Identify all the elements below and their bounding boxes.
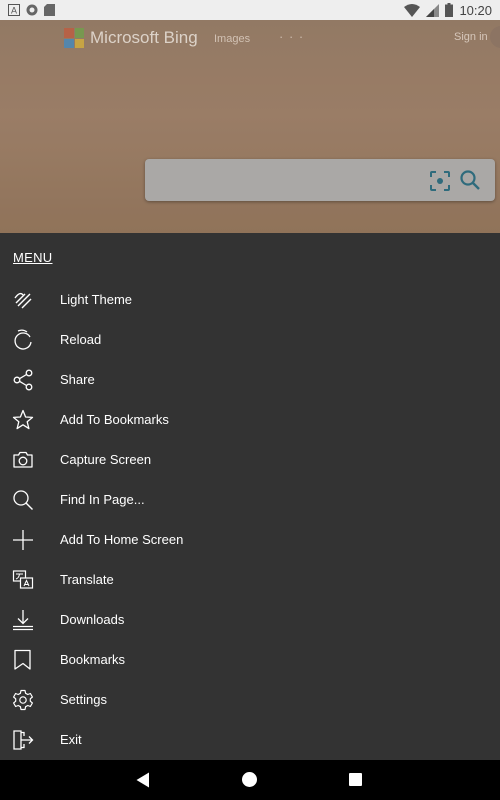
menu-item-exit[interactable]: Exit (0, 720, 500, 760)
menu-item-downloads[interactable]: Downloads (0, 600, 500, 640)
menu-item-label: Downloads (60, 612, 125, 627)
menu-item-label: Capture Screen (60, 452, 152, 467)
circle-app-icon (26, 4, 38, 16)
download-icon (13, 610, 33, 631)
menu-item-label: Share (60, 372, 95, 387)
share-icon (13, 369, 33, 391)
menu-item-add-to-home-screen[interactable]: Add To Home Screen (0, 520, 500, 560)
menu-item-find-in-page[interactable]: Find In Page... (0, 480, 500, 520)
star-icon (12, 409, 34, 430)
wifi-icon (404, 3, 421, 17)
reload-icon (14, 329, 32, 350)
avatar[interactable] (490, 26, 500, 48)
nav-more-icon[interactable]: · · · (279, 29, 304, 44)
sign-in-link[interactable]: Sign in (454, 31, 488, 43)
menu-item-bookmarks[interactable]: Bookmarks (0, 640, 500, 680)
translate-icon (12, 570, 34, 589)
menu-item-label: Settings (60, 692, 107, 707)
status-bar: A 10:20 (0, 0, 500, 20)
menu-item-label: Bookmarks (60, 652, 126, 667)
plus-icon (13, 530, 33, 550)
menu-item-add-to-bookmarks[interactable]: Add To Bookmarks (0, 400, 500, 440)
microsoft-logo-icon (64, 28, 84, 48)
status-time: 10:20 (459, 2, 492, 18)
menu-item-light-theme[interactable]: Light Theme (0, 280, 500, 320)
menu-title: MENU (13, 250, 53, 265)
bookmark-icon (14, 649, 31, 670)
search-input[interactable] (145, 159, 495, 201)
search-button-icon[interactable] (459, 169, 481, 191)
menu-item-label: Translate (60, 572, 114, 587)
a-box-icon: A (8, 4, 20, 16)
menu-panel: MENU Light Theme Reload Share Add To Boo… (0, 233, 500, 760)
home-icon[interactable] (242, 772, 257, 787)
menu-item-reload[interactable]: Reload (0, 320, 500, 360)
visual-search-icon[interactable] (429, 170, 451, 192)
signal-icon (426, 3, 440, 17)
svg-text:A: A (11, 6, 17, 16)
theme-toggle-icon (14, 292, 32, 309)
menu-item-translate[interactable]: Translate (0, 560, 500, 600)
recent-apps-icon[interactable] (349, 773, 362, 786)
menu-item-share[interactable]: Share (0, 360, 500, 400)
nav-images-link[interactable]: Images (214, 33, 250, 45)
webpage-background: Microsoft Bing Images · · · Sign in (0, 20, 500, 233)
menu-item-label: Reload (60, 332, 102, 347)
menu-item-settings[interactable]: Settings (0, 680, 500, 720)
menu-item-label: Add To Bookmarks (60, 412, 169, 427)
menu-item-label: Light Theme (60, 292, 133, 307)
gear-icon (13, 689, 33, 711)
menu-item-label: Exit (60, 732, 82, 747)
sd-card-icon (44, 4, 55, 16)
exit-icon (13, 730, 34, 750)
navigation-bar (0, 760, 500, 800)
camera-icon (13, 451, 33, 468)
brand-name: Microsoft Bing (90, 28, 198, 47)
battery-icon (445, 3, 454, 17)
bing-logo[interactable]: Microsoft Bing (64, 28, 198, 48)
menu-item-label: Find In Page... (60, 492, 145, 507)
search-icon (13, 490, 33, 510)
menu-item-capture-screen[interactable]: Capture Screen (0, 440, 500, 480)
menu-item-label: Add To Home Screen (60, 532, 184, 547)
back-icon[interactable] (136, 772, 150, 788)
